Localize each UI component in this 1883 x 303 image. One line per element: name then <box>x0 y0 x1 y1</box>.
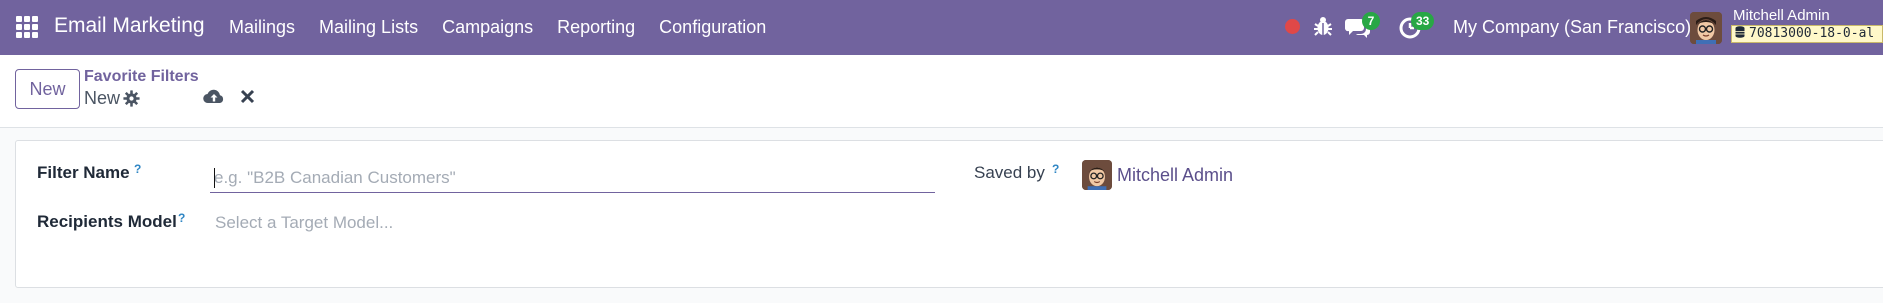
recording-dot-icon[interactable] <box>1285 19 1300 34</box>
apps-grid-icon[interactable] <box>16 16 38 38</box>
breadcrumb-current-record: New <box>84 88 121 108</box>
filter-name-help-icon[interactable]: ? <box>134 162 141 176</box>
saved-by-help-icon[interactable]: ? <box>1052 162 1059 176</box>
cloud-upload-icon[interactable] <box>203 87 225 107</box>
gear-icon[interactable] <box>123 90 140 107</box>
filter-name-label: Filter Name <box>37 163 130 182</box>
database-icon <box>1735 26 1745 38</box>
top-navbar: Email Marketing Mailings Mailing Lists C… <box>0 0 1883 55</box>
database-name: 70813000-18-0-al <box>1749 26 1875 41</box>
close-icon[interactable] <box>240 89 255 104</box>
control-panel: New Favorite Filters New <box>0 55 1883 128</box>
menu-item-mailing-lists[interactable]: Mailing Lists <box>319 17 418 38</box>
saved-by-user-link[interactable]: Mitchell Admin <box>1117 165 1233 186</box>
main-menu: Mailings Mailing Lists Campaigns Reporti… <box>229 17 790 38</box>
user-avatar[interactable] <box>1690 12 1722 44</box>
breadcrumb-favorite-filters[interactable]: Favorite Filters <box>84 68 199 86</box>
company-switcher[interactable]: My Company (San Francisco) <box>1453 17 1691 38</box>
text-cursor <box>214 168 215 188</box>
activity-count-badge: 33 <box>1411 12 1435 30</box>
recipients-model-help-icon[interactable]: ? <box>178 211 185 225</box>
saved-by-avatar <box>1082 160 1112 190</box>
database-tag: 70813000-18-0-al <box>1731 25 1883 43</box>
recipients-model-label: Recipients Model <box>37 212 177 231</box>
bug-icon[interactable] <box>1313 15 1333 37</box>
menu-item-campaigns[interactable]: Campaigns <box>442 17 533 38</box>
user-name[interactable]: Mitchell Admin <box>1733 7 1830 24</box>
menu-item-reporting[interactable]: Reporting <box>557 17 635 38</box>
chat-count-badge: 7 <box>1362 12 1380 30</box>
menu-item-configuration[interactable]: Configuration <box>659 17 766 38</box>
new-button[interactable]: New <box>15 69 80 109</box>
menu-item-mailings[interactable]: Mailings <box>229 17 295 38</box>
recipients-model-select[interactable]: Select a Target Model... <box>215 213 393 233</box>
filter-name-input[interactable] <box>210 163 935 193</box>
app-title[interactable]: Email Marketing <box>54 14 205 38</box>
saved-by-label: Saved by <box>974 163 1045 182</box>
